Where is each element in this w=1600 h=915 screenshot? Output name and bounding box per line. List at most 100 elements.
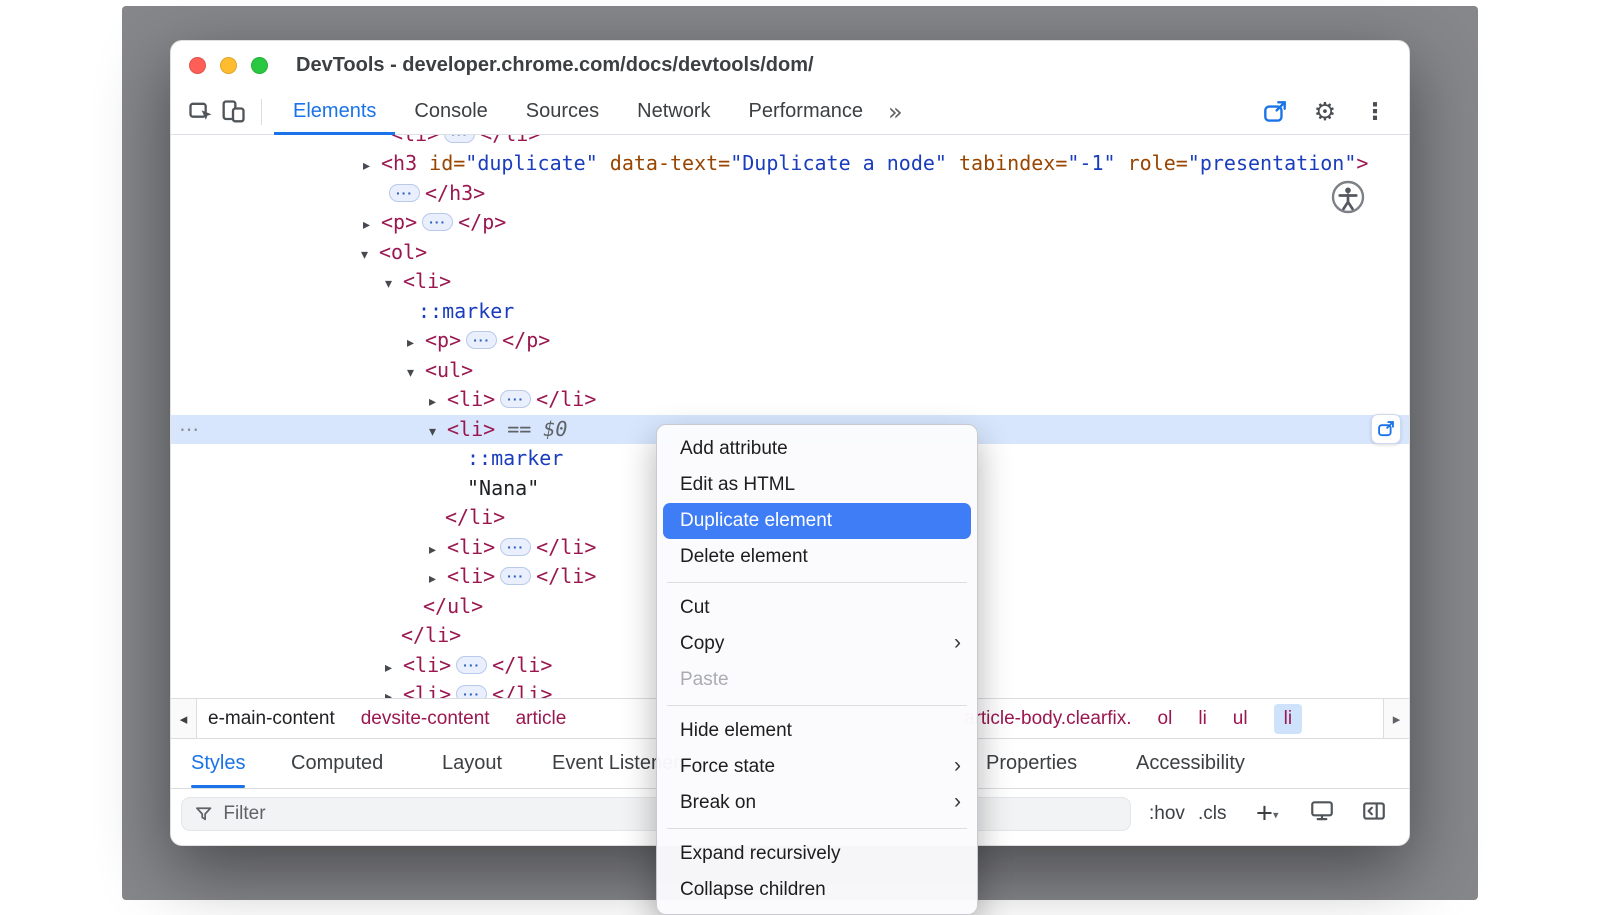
device-toolbar-icon[interactable] <box>217 95 249 129</box>
minimize-window-button[interactable] <box>220 57 237 74</box>
toggle-element-state-button[interactable]: :hov <box>1149 803 1185 825</box>
new-style-rule-icon[interactable]: +▾ <box>1256 798 1278 831</box>
filter-funnel-icon <box>194 804 213 824</box>
context-menu-item-duplicate-element[interactable]: Duplicate element <box>663 503 971 539</box>
accessibility-icon[interactable] <box>1330 179 1366 220</box>
inline-expand-icon[interactable]: ··· <box>456 685 487 698</box>
kebab-menu-icon[interactable]: ⋮ <box>1359 95 1391 129</box>
token-pseudo: ::marker <box>418 299 514 323</box>
monitor-icon[interactable] <box>1309 798 1335 830</box>
context-menu-item-expand-recursively[interactable]: Expand recursively <box>657 836 977 872</box>
token-attr: tabindex= <box>947 151 1067 175</box>
collapse-twisty-icon[interactable]: ▾ <box>361 241 379 271</box>
breadcrumb-item[interactable]: devsite-content <box>361 708 490 730</box>
token-tag: <p> <box>381 210 417 234</box>
more-actions-icon[interactable]: ⋯ <box>179 414 199 444</box>
collapse-twisty-icon[interactable]: ▾ <box>429 418 447 448</box>
inline-expand-icon[interactable]: ··· <box>466 331 497 349</box>
expand-twisty-icon[interactable]: ▸ <box>429 388 447 418</box>
token-tag: </li> <box>445 505 505 529</box>
context-menu-item-cut[interactable]: Cut <box>657 590 977 626</box>
copy-node-badge-icon[interactable] <box>1371 414 1401 444</box>
close-window-button[interactable] <box>189 57 206 74</box>
inline-expand-icon[interactable]: ··· <box>389 184 420 202</box>
expand-twisty-icon[interactable]: ▸ <box>429 565 447 595</box>
zoom-window-button[interactable] <box>251 57 268 74</box>
dom-node[interactable]: ::marker <box>171 297 1409 327</box>
collapse-twisty-icon[interactable]: ▾ <box>385 270 403 300</box>
dock-side-icon[interactable] <box>1361 798 1387 830</box>
inline-expand-icon[interactable]: ··· <box>422 213 453 231</box>
breadcrumb-left-chevron-icon[interactable]: ◂ <box>171 699 197 738</box>
menu-item-label: Collapse children <box>680 879 826 900</box>
tab-performance[interactable]: Performance <box>730 89 883 135</box>
token-tag: <h3 <box>381 151 417 175</box>
inline-expand-icon[interactable]: ··· <box>500 538 531 556</box>
token-tag: <li> <box>403 653 451 677</box>
tab-elements[interactable]: Elements <box>274 89 395 135</box>
context-menu: Add attributeEdit as HTMLDuplicate eleme… <box>656 424 978 915</box>
caret-down-icon: ▾ <box>1273 809 1279 822</box>
context-menu-item-force-state[interactable]: Force state› <box>657 749 977 785</box>
dom-node[interactable]: ▾<ol> <box>171 238 1409 268</box>
dom-node[interactable]: ▸<h3 id="duplicate" data-text="Duplicate… <box>171 149 1409 179</box>
tab-network[interactable]: Network <box>618 89 729 135</box>
context-menu-item-hide-element[interactable]: Hide element <box>657 713 977 749</box>
open-in-new-icon[interactable] <box>1259 95 1291 129</box>
dom-node[interactable]: ▾<ul> <box>171 356 1409 386</box>
token-tag: <li> <box>447 564 495 588</box>
inline-expand-icon[interactable]: ··· <box>444 135 475 143</box>
breadcrumb-item[interactable]: ol <box>1158 708 1173 730</box>
dom-node[interactable]: <li>···</li> <box>171 135 1409 149</box>
token-val: "presentation" <box>1188 151 1357 175</box>
expand-twisty-icon[interactable]: ▸ <box>429 536 447 566</box>
breadcrumb-item[interactable]: article <box>516 708 567 730</box>
inspect-element-icon[interactable] <box>185 95 217 129</box>
tab-properties[interactable]: Properties <box>986 739 1077 788</box>
tab-accessibility[interactable]: Accessibility <box>1136 739 1245 788</box>
breadcrumb-item[interactable]: ul <box>1233 708 1248 730</box>
inline-expand-icon[interactable]: ··· <box>456 656 487 674</box>
token-attr: role= <box>1116 151 1188 175</box>
context-menu-item-copy[interactable]: Copy› <box>657 626 977 662</box>
dom-node[interactable]: ▸<p> ··· </p> <box>171 208 1409 238</box>
inline-expand-icon[interactable]: ··· <box>500 390 531 408</box>
dom-node[interactable]: ▾<li> <box>171 267 1409 297</box>
tab-sources[interactable]: Sources <box>507 89 618 135</box>
expand-twisty-icon[interactable]: ▸ <box>363 211 381 241</box>
inline-expand-icon[interactable]: ··· <box>500 567 531 585</box>
settings-gear-icon[interactable]: ⚙ <box>1309 95 1341 129</box>
dom-node[interactable]: ···</h3> <box>171 179 1409 209</box>
breadcrumb-right-chevron-icon[interactable]: ▸ <box>1383 699 1409 738</box>
tab-computed[interactable]: Computed <box>291 739 383 788</box>
more-tabs-icon[interactable]: » <box>888 98 903 126</box>
collapse-twisty-icon[interactable]: ▾ <box>407 359 425 389</box>
token-text: "Nana" <box>467 476 539 500</box>
expand-twisty-icon[interactable]: ▸ <box>363 152 381 182</box>
token-tag: <li> <box>403 269 451 293</box>
breadcrumb-item[interactable]: e-main-content <box>208 708 335 730</box>
context-menu-item-delete-element[interactable]: Delete element <box>657 539 977 575</box>
token-tag: </li> <box>536 535 596 559</box>
context-menu-item-collapse-children[interactable]: Collapse children <box>657 872 977 908</box>
token-tag: </p> <box>458 210 506 234</box>
token-tag: <li> <box>391 135 439 146</box>
expand-twisty-icon[interactable]: ▸ <box>385 683 403 698</box>
tab-styles[interactable]: Styles <box>191 739 245 788</box>
dom-node[interactable]: ▸<p>···</p> <box>171 326 1409 356</box>
breadcrumb-item[interactable]: li <box>1198 708 1206 730</box>
context-menu-item-edit-as-html[interactable]: Edit as HTML <box>657 467 977 503</box>
breadcrumb-item[interactable]: article-body.clearfix. <box>964 708 1132 730</box>
context-menu-item-break-on[interactable]: Break on› <box>657 785 977 821</box>
tab-layout[interactable]: Layout <box>442 739 502 788</box>
breadcrumb-item-selected[interactable]: li <box>1274 704 1302 734</box>
context-menu-item-add-attribute[interactable]: Add attribute <box>657 431 977 467</box>
expand-twisty-icon[interactable]: ▸ <box>385 654 403 684</box>
token-tag: <li> <box>447 387 495 411</box>
token-tag: </p> <box>502 328 550 352</box>
token-tag: </li> <box>401 623 461 647</box>
dom-node[interactable]: ▸<li>···</li> <box>171 385 1409 415</box>
element-classes-button[interactable]: .cls <box>1198 803 1227 825</box>
expand-twisty-icon[interactable]: ▸ <box>407 329 425 359</box>
tab-console[interactable]: Console <box>395 89 506 135</box>
